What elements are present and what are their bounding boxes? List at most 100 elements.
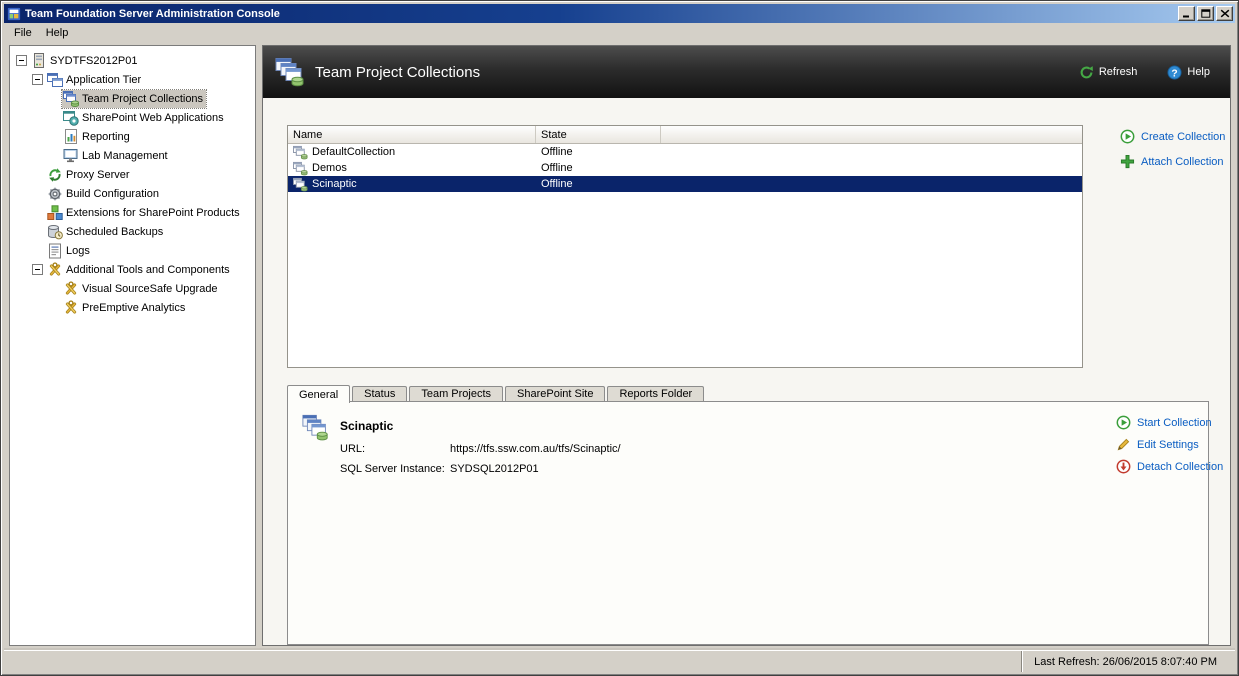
start-collection-link[interactable]: Start Collection xyxy=(1116,415,1223,430)
tree-item-build-configuration[interactable]: Build Configuration xyxy=(46,185,162,203)
column-header-state[interactable]: State xyxy=(536,126,661,143)
edit-settings-icon xyxy=(1116,437,1131,452)
collection-state: Offline xyxy=(536,144,661,160)
field-value-url: https://tfs.ssw.com.au/tfs/Scinaptic/ xyxy=(450,443,621,455)
menu-file[interactable]: File xyxy=(7,25,39,41)
team-project-collections-icon xyxy=(275,57,305,87)
window-title: Team Foundation Server Administration Co… xyxy=(25,8,1174,20)
tree-item-label: Build Configuration xyxy=(66,188,159,200)
window-controls xyxy=(1178,6,1233,21)
detail-fields: URL: https://tfs.ssw.com.au/tfs/Scinapti… xyxy=(340,439,621,479)
tree-item-extensions-for-sharepoint-products[interactable]: Extensions for SharePoint Products xyxy=(46,204,243,222)
tree-row: Application Tier xyxy=(10,70,255,89)
detach-collection-link[interactable]: Detach Collection xyxy=(1116,459,1223,474)
attach-collection-link[interactable]: Attach Collection xyxy=(1120,154,1225,169)
tree-row: Proxy Server xyxy=(10,165,255,184)
tree-row: Scheduled Backups xyxy=(10,222,255,241)
tree-item-preemptive-analytics[interactable]: PreEmptive Analytics xyxy=(62,299,188,317)
table-row-demos[interactable]: Demos Offline xyxy=(288,160,1082,176)
menu-help[interactable]: Help xyxy=(39,25,76,41)
collapse-expander-icon[interactable] xyxy=(32,264,43,275)
tree-item-application-tier[interactable]: Application Tier xyxy=(46,71,144,89)
page-title: Team Project Collections xyxy=(315,64,1079,81)
tab-team-projects[interactable]: Team Projects xyxy=(409,386,503,401)
minimize-button[interactable] xyxy=(1178,6,1195,21)
column-header-empty[interactable] xyxy=(661,126,1082,143)
tree-row: SharePoint Web Applications xyxy=(10,108,255,127)
tree-row: Logs xyxy=(10,241,255,260)
tree-item-visual-sourcesafe-upgrade[interactable]: Visual SourceSafe Upgrade xyxy=(62,280,221,298)
collection-icon xyxy=(293,161,308,176)
tab-general[interactable]: General xyxy=(287,385,350,403)
tree-item-logs[interactable]: Logs xyxy=(46,242,93,260)
collection-name: Demos xyxy=(312,162,347,174)
logs-icon xyxy=(47,243,63,259)
collapse-expander-icon[interactable] xyxy=(32,74,43,85)
tab-sharepoint-site[interactable]: SharePoint Site xyxy=(505,386,605,401)
titlebar: Team Foundation Server Administration Co… xyxy=(4,4,1235,23)
column-header-name[interactable]: Name xyxy=(288,126,536,143)
tree-item-label: Reporting xyxy=(82,131,130,143)
main-body: Name State DefaultCollection Offline xyxy=(263,98,1230,645)
tree-item-lab-management[interactable]: Lab Management xyxy=(62,147,171,165)
tools-icon xyxy=(63,300,79,316)
help-button[interactable]: Help xyxy=(1167,65,1210,80)
sharepoint-web-applications-icon xyxy=(63,110,79,126)
table-row-scinaptic[interactable]: Scinaptic Offline xyxy=(288,176,1082,192)
tree-row: PreEmptive Analytics xyxy=(10,298,255,317)
extensions-icon xyxy=(47,205,63,221)
content-area: SYDTFS2012P01 Application Tier Team Proj… xyxy=(4,43,1235,650)
tree-item-team-project-collections[interactable]: Team Project Collections xyxy=(62,90,206,108)
tree-item-sydtfs2012p01[interactable]: SYDTFS2012P01 xyxy=(30,52,140,70)
close-button[interactable] xyxy=(1216,6,1233,21)
tree-row: Build Configuration xyxy=(10,184,255,203)
maximize-button[interactable] xyxy=(1197,6,1214,21)
collection-name: DefaultCollection xyxy=(312,146,395,158)
additional-tools-icon xyxy=(47,262,63,278)
navigation-tree: SYDTFS2012P01 Application Tier Team Proj… xyxy=(9,45,256,646)
collapse-expander-icon[interactable] xyxy=(16,55,27,66)
tree-item-label: SYDTFS2012P01 xyxy=(50,55,137,67)
field-label-url: URL: xyxy=(340,443,450,455)
tab-reports-folder[interactable]: Reports Folder xyxy=(607,386,704,401)
refresh-button[interactable]: Refresh xyxy=(1079,65,1138,80)
tree-item-label: Logs xyxy=(66,245,90,257)
team-project-collections-icon xyxy=(63,91,79,107)
header-actions: Refresh Help xyxy=(1079,65,1210,80)
detail-tabs: General Status Team Projects SharePoint … xyxy=(287,385,706,402)
collection-icon xyxy=(293,145,308,160)
help-icon xyxy=(1167,65,1182,80)
create-collection-link[interactable]: Create Collection xyxy=(1120,129,1225,144)
tree-item-reporting[interactable]: Reporting xyxy=(62,128,133,146)
tree-item-scheduled-backups[interactable]: Scheduled Backups xyxy=(46,223,166,241)
collection-state: Offline xyxy=(536,176,661,192)
tree-item-label: Additional Tools and Components xyxy=(66,264,230,276)
detail-actions: Start Collection Edit Settings Detach Co… xyxy=(1116,415,1223,481)
tree-item-additional-tools-and-components[interactable]: Additional Tools and Components xyxy=(46,261,233,279)
refresh-label: Refresh xyxy=(1099,66,1138,78)
tree-row: Team Project Collections xyxy=(10,89,255,108)
detail-title: Scinaptic xyxy=(340,419,393,433)
tree-item-label: Visual SourceSafe Upgrade xyxy=(82,283,218,295)
collections-actions: Create Collection Attach Collection xyxy=(1120,129,1225,179)
main-header: Team Project Collections Refresh Help xyxy=(263,46,1230,98)
tools-icon xyxy=(63,281,79,297)
tree-item-sharepoint-web-applications[interactable]: SharePoint Web Applications xyxy=(62,109,227,127)
help-label: Help xyxy=(1187,66,1210,78)
field-sql-server-instance: SQL Server Instance: SYDSQL2012P01 xyxy=(340,459,621,479)
tree-item-label: Proxy Server xyxy=(66,169,130,181)
tree-row: Additional Tools and Components xyxy=(10,260,255,279)
tab-status[interactable]: Status xyxy=(352,386,407,401)
start-collection-icon xyxy=(1116,415,1131,430)
last-refresh-status: Last Refresh: 26/06/2015 8:07:40 PM xyxy=(1021,651,1235,672)
menubar: File Help xyxy=(4,23,1235,43)
edit-settings-link[interactable]: Edit Settings xyxy=(1116,437,1223,452)
tree-item-label: Application Tier xyxy=(66,74,141,86)
tree-row: Reporting xyxy=(10,127,255,146)
refresh-icon xyxy=(1079,65,1094,80)
last-refresh-text: Last Refresh: 26/06/2015 8:07:40 PM xyxy=(1034,656,1217,668)
field-value-sql-server-instance: SYDSQL2012P01 xyxy=(450,463,539,475)
tree-item-label: PreEmptive Analytics xyxy=(82,302,185,314)
table-row-defaultcollection[interactable]: DefaultCollection Offline xyxy=(288,144,1082,160)
tree-item-proxy-server[interactable]: Proxy Server xyxy=(46,166,133,184)
